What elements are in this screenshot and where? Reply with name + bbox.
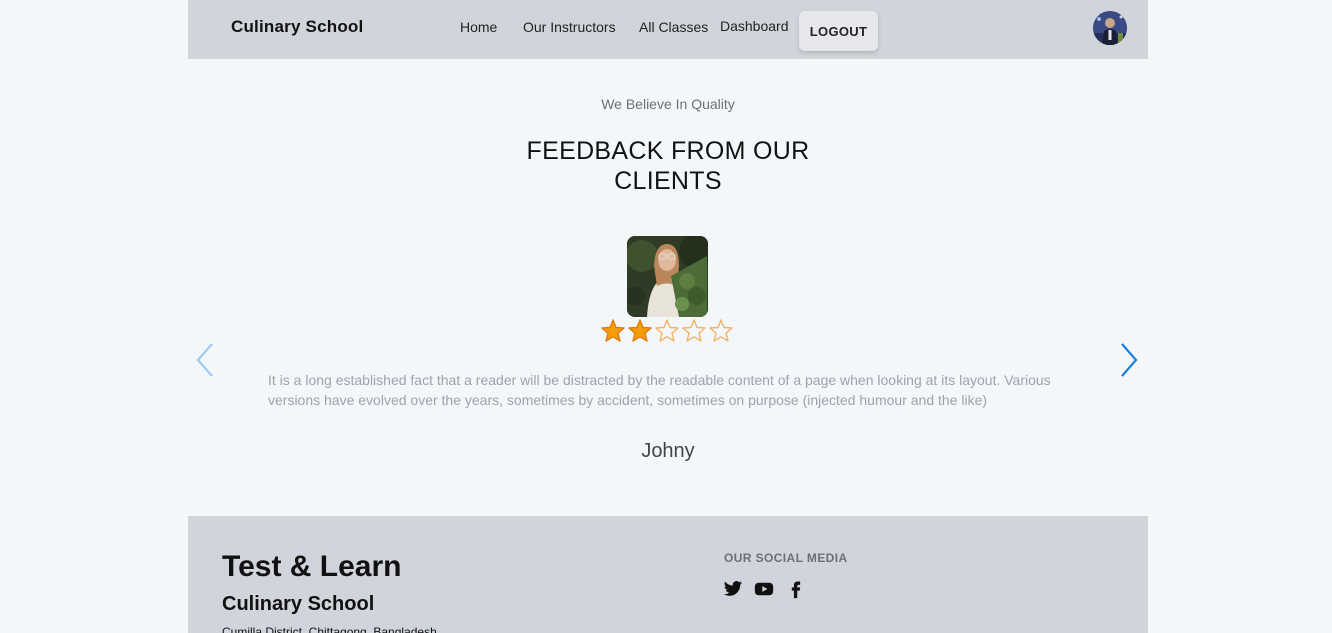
section-subtitle: We Believe In Quality (601, 96, 735, 112)
page-container: Culinary School Home Our Instructors All… (188, 0, 1148, 633)
nav-link-home[interactable]: Home (460, 19, 497, 35)
navbar: Culinary School Home Our Instructors All… (188, 0, 1148, 59)
star-filled-icon (627, 318, 653, 344)
client-photo (627, 236, 708, 317)
star-rating (600, 318, 740, 346)
star-empty-icon (654, 318, 680, 344)
star-empty-icon (681, 318, 707, 344)
nav-link-classes[interactable]: All Classes (639, 19, 708, 35)
next-arrow-icon[interactable] (1118, 342, 1140, 378)
section-heading: FEEDBACK FROM OUR CLIENTS (526, 137, 810, 195)
brand-logo-text[interactable]: Culinary School (231, 17, 363, 37)
star-filled-icon (600, 318, 626, 344)
star-empty-icon (708, 318, 734, 344)
client-name: Johny (641, 440, 695, 462)
footer-subtitle: Culinary School (222, 593, 375, 615)
prev-arrow-icon[interactable] (194, 342, 216, 378)
logout-button[interactable]: LOGOUT (799, 11, 878, 51)
nav-link-dashboard[interactable]: Dashboard (720, 18, 789, 34)
footer-title: Test & Learn (222, 550, 402, 583)
nav-link-instructors[interactable]: Our Instructors (523, 19, 616, 35)
testimonial-text: It is a long established fact that a rea… (268, 372, 1051, 408)
youtube-icon[interactable] (754, 579, 774, 599)
user-avatar[interactable] (1093, 11, 1127, 45)
facebook-icon[interactable] (786, 579, 806, 599)
footer: Test & Learn Culinary School Cumilla Dis… (188, 516, 1148, 633)
footer-address: Cumilla District, Chittagong, Bangladesh (222, 625, 437, 633)
social-media-title: OUR SOCIAL MEDIA (724, 551, 848, 565)
twitter-icon[interactable] (723, 579, 743, 599)
